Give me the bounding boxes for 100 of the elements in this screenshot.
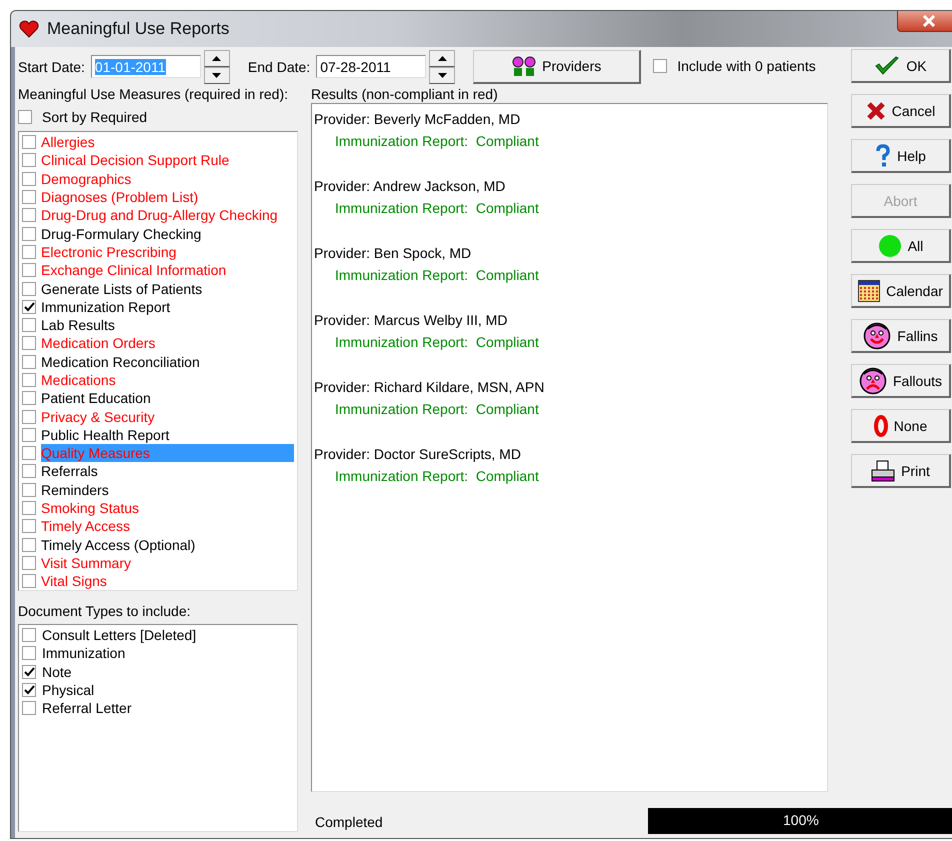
checkbox[interactable]: [22, 373, 36, 387]
zero-icon: [874, 414, 888, 436]
document-type-item[interactable]: Consult Letters [Deleted]: [42, 627, 196, 644]
checkbox[interactable]: [22, 391, 36, 406]
provider-name: Provider: Marcus Welby III, MD: [314, 311, 508, 330]
measure-item[interactable]: Clinical Decision Support Rule: [41, 151, 230, 170]
document-type-item[interactable]: Referral Letter: [42, 700, 132, 716]
measure-item[interactable]: Exchange Clinical Information: [41, 261, 226, 280]
measure-item[interactable]: Medications: [41, 371, 116, 389]
providers-button[interactable]: Providers: [473, 50, 642, 84]
checkbox[interactable]: [22, 336, 36, 350]
printer-icon: [871, 460, 896, 482]
measure-item[interactable]: Drug-Drug and Drug-Allergy Checking: [41, 206, 278, 224]
checkbox[interactable]: [653, 59, 668, 74]
checkmark-icon: [874, 56, 900, 76]
checkbox[interactable]: [22, 153, 36, 168]
checkbox[interactable]: [22, 263, 36, 278]
measure-item[interactable]: Medication Orders: [41, 334, 156, 352]
checkbox[interactable]: [22, 208, 36, 222]
measure-item[interactable]: Electronic Prescribing: [41, 242, 176, 261]
measure-item[interactable]: Generate Lists of Patients: [41, 280, 202, 298]
checkbox[interactable]: [22, 482, 36, 497]
checkbox[interactable]: [22, 628, 36, 642]
x-mark-icon: [866, 100, 886, 120]
checkbox[interactable]: [22, 226, 36, 241]
checkbox[interactable]: [22, 190, 36, 204]
checkbox[interactable]: [22, 556, 36, 570]
checkbox[interactable]: [22, 410, 36, 424]
measure-item[interactable]: Referrals: [41, 462, 98, 480]
cancel-button[interactable]: Cancel: [851, 94, 951, 128]
checkbox[interactable]: [22, 646, 36, 660]
measure-item[interactable]: Patient Education: [41, 389, 151, 408]
checkbox[interactable]: [22, 446, 36, 460]
calendar-button[interactable]: Calendar: [851, 274, 951, 308]
checkbox[interactable]: [22, 574, 36, 588]
heart-icon: [19, 20, 39, 38]
ok-button[interactable]: OK: [851, 49, 951, 83]
checkbox[interactable]: [22, 172, 36, 186]
document-type-item[interactable]: Physical: [42, 682, 94, 698]
checkbox[interactable]: [22, 519, 36, 534]
document-types-heading: Document Types to include:: [18, 603, 192, 619]
measure-item[interactable]: Timely Access (Optional): [41, 536, 196, 554]
start-date-label: Start Date:: [18, 58, 85, 74]
checkbox[interactable]: [22, 664, 36, 679]
measure-item[interactable]: Timely Access: [41, 517, 130, 536]
calendar-icon: [858, 280, 880, 302]
measure-item[interactable]: Drug-Formulary Checking: [41, 224, 202, 243]
measure-item[interactable]: Privacy & Security: [41, 408, 155, 426]
status-text: Completed: [314, 813, 384, 832]
document-type-item[interactable]: Immunization: [42, 645, 126, 662]
help-button[interactable]: Help: [851, 139, 951, 173]
checkbox[interactable]: [22, 538, 36, 552]
date-spinner[interactable]: [204, 50, 230, 84]
fallins-button[interactable]: Fallins: [851, 319, 951, 353]
measure-item[interactable]: Immunization Report: [41, 298, 170, 316]
checkbox[interactable]: [22, 354, 36, 369]
measure-item[interactable]: Demographics: [41, 170, 132, 188]
report-status: Immunization Report: Compliant: [334, 266, 540, 285]
sad-face-icon: [858, 366, 887, 394]
close-button[interactable]: [897, 11, 952, 32]
date-spinner[interactable]: [429, 50, 456, 84]
all-button[interactable]: All: [851, 229, 951, 263]
measure-item[interactable]: Vital Signs: [41, 572, 107, 590]
measure-item[interactable]: Reminders: [41, 480, 109, 499]
checkbox[interactable]: [22, 683, 36, 698]
circle-icon: [878, 234, 902, 258]
window-title: Meaningful Use Reports: [47, 19, 230, 39]
checkbox-label: Include with 0 patients: [677, 58, 816, 74]
report-status: Immunization Report: Compliant: [334, 467, 540, 486]
progress-reading: 100%: [783, 812, 819, 828]
checkbox[interactable]: [22, 300, 36, 314]
measure-item[interactable]: Lab Results: [41, 316, 115, 334]
checkbox[interactable]: [22, 501, 36, 516]
checkbox[interactable]: [22, 428, 36, 442]
fallouts-button[interactable]: Fallouts: [851, 364, 951, 398]
question-mark-icon: [875, 144, 892, 168]
print-button[interactable]: Print: [851, 454, 951, 488]
checkbox[interactable]: [22, 135, 36, 150]
report-status: Immunization Report: Compliant: [334, 400, 540, 419]
checkbox[interactable]: [22, 701, 36, 716]
measure-item[interactable]: Allergies: [41, 133, 95, 152]
checkbox[interactable]: [22, 464, 36, 478]
people-icon: [512, 55, 536, 77]
none-button[interactable]: None: [851, 409, 951, 443]
end-date-field[interactable]: 07-28-2011: [316, 55, 426, 78]
document-type-item[interactable]: Note: [42, 664, 72, 680]
close-icon: [922, 15, 936, 27]
checkbox[interactable]: [22, 244, 36, 259]
measure-item[interactable]: Smoking Status: [41, 499, 140, 518]
measure-item[interactable]: Visit Summary: [41, 554, 131, 572]
checkbox[interactable]: [22, 282, 36, 296]
provider-name: Provider: Andrew Jackson, MD: [314, 177, 506, 196]
provider-name: Provider: Richard Kildare, MSN, APN: [314, 378, 546, 397]
end-date-label: End Date:: [248, 58, 310, 74]
checkbox[interactable]: [22, 318, 36, 332]
measure-item[interactable]: Public Health Report: [41, 426, 170, 444]
measure-item[interactable]: Diagnoses (Problem List): [41, 188, 198, 206]
measure-item[interactable]: Medication Reconciliation: [41, 352, 200, 371]
checkbox[interactable]: [18, 110, 32, 124]
provider-name: Provider: Doctor SureScripts, MD: [314, 445, 522, 464]
